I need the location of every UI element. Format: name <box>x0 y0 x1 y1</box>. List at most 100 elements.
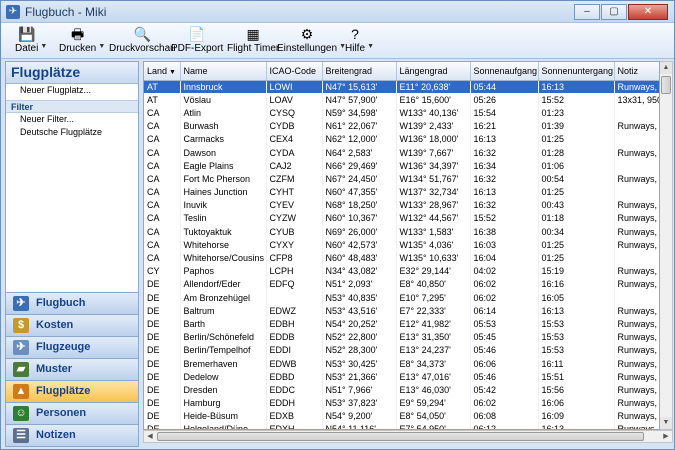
table-row[interactable]: CA Whitehorse CYXY N60° 42,573' W135° 4,036'… <box>144 238 659 252</box>
maximize-button[interactable]: ▢ <box>601 4 627 20</box>
toolbar-button-4[interactable]: ▦ Flight Timer <box>227 25 279 57</box>
dropdown-arrow-icon[interactable]: ▼ <box>98 43 105 50</box>
column-header[interactable]: Sonnenaufgang <box>470 62 539 81</box>
table-cell: 00:43 <box>538 198 615 212</box>
table-row[interactable]: DE Allendorf/Eder EDFQ N51° 2,093' E8° 40,85… <box>144 277 659 291</box>
new-airfield-link[interactable]: Neuer Flugplatz... <box>6 84 138 97</box>
dropdown-arrow-icon[interactable]: ▼ <box>367 43 374 50</box>
table-row[interactable]: AT Vöslau LOAV N47° 57,900' E16° 15,600' 05:2… <box>144 93 659 107</box>
filter-item[interactable]: Neuer Filter... <box>6 113 138 126</box>
table-cell: N53° 37,823' <box>322 396 397 410</box>
table-cell: N52° 28,300' <box>322 343 397 357</box>
table-cell: N34° 43,082' <box>322 264 397 278</box>
minimize-button[interactable]: – <box>574 4 600 20</box>
table-row[interactable]: CA Burwash CYDB N61° 22,067' W139° 2,433' 16:… <box>144 119 659 133</box>
nav-button-5[interactable]: ☺ Personen <box>6 402 138 424</box>
column-header[interactable]: Längengrad <box>396 62 471 81</box>
column-header[interactable]: Notiz <box>614 62 659 81</box>
table-row[interactable]: CA Haines Junction CYHT N60° 47,355' W137° 3… <box>144 185 659 199</box>
table-row[interactable]: DE Baltrum EDWZ N53° 43,516' E7° 22,333' 06:1… <box>144 304 659 318</box>
close-button[interactable]: ✕ <box>628 4 668 20</box>
table-cell: 06:02 <box>470 291 539 305</box>
table-row[interactable]: CA Inuvik CYEV N68° 18,250' W133° 28,967' 16:… <box>144 198 659 212</box>
table-cell: EDWZ <box>266 304 323 318</box>
table-row[interactable]: DE Barth EDBH N54° 20,252' E12° 41,982' 05:53… <box>144 317 659 331</box>
table-cell: N60° 10,367' <box>322 211 397 226</box>
column-header[interactable]: Breitengrad <box>322 62 397 81</box>
table-cell: Bremerhaven <box>180 356 267 371</box>
column-header[interactable]: ICAO-Code <box>266 62 323 81</box>
table-row[interactable]: DE Heide-Büsum EDXB N54° 9,200' E8° 54,050' 0… <box>144 409 659 423</box>
table-cell: Runways, 06 <box>614 422 659 429</box>
print-preview-icon: 🔍 <box>133 26 152 42</box>
filter-item[interactable]: Deutsche Flugplätze <box>6 126 138 139</box>
toolbar-button-3[interactable]: 📄 PDF-Export <box>171 25 223 57</box>
toolbar-button-2[interactable]: 🔍 Druckvorschau <box>109 25 176 57</box>
table-cell <box>614 185 659 199</box>
table-row[interactable]: DE Am Bronzehügel N53° 40,835' E10° 7,295' 0… <box>144 291 659 305</box>
table-cell: 01:39 <box>538 119 615 133</box>
table-cell <box>614 106 659 120</box>
toolbar-button-0[interactable]: 💾 Datei ▼ <box>15 25 47 57</box>
toolbar-button-1[interactable]: 🖶 Drucken ▼ <box>59 25 105 57</box>
scroll-right-icon[interactable]: ▶ <box>660 431 672 442</box>
table-row[interactable]: DE Berlin/Tempelhof EDDI N52° 28,300' E13° 2… <box>144 343 659 357</box>
table-row[interactable]: CA Carmacks CEX4 N62° 12,000' W136° 18,000' 1… <box>144 132 659 146</box>
table-cell: DE <box>144 409 181 423</box>
table-row[interactable]: CA Tuktoyaktuk CYUB N69° 26,000' W133° 1,583… <box>144 225 659 239</box>
table-row[interactable]: CA Eagle Plains CAJ2 N66° 29,469' W136° 34,3… <box>144 159 659 173</box>
table-cell: CA <box>144 145 181 160</box>
table-cell: E8° 54,050' <box>396 409 471 423</box>
table-row[interactable]: CA Teslin CYZW N60° 10,367' W132° 44,567' 15:… <box>144 211 659 226</box>
save-disk-icon: 💾 <box>17 26 36 42</box>
table-row[interactable]: DE Helgoland/Düne EDXH N54° 11,116' E7° 54,9… <box>144 422 659 429</box>
table-row[interactable]: DE Bremerhaven EDWB N53° 30,425' E8° 34,373'… <box>144 356 659 371</box>
column-header[interactable]: Sonnenuntergang <box>538 62 615 81</box>
table-row[interactable]: CA Atlin CYSQ N59° 34,598' W133° 40,136' 15:5… <box>144 106 659 120</box>
nav-button-2[interactable]: ✈ Flugzeuge <box>6 336 138 358</box>
table-cell: 16:13 <box>470 185 539 199</box>
scroll-left-icon[interactable]: ◀ <box>144 431 156 442</box>
table-cell: DE <box>144 291 181 305</box>
table-row[interactable]: CY Paphos LCPH N34° 43,082' E32° 29,144' 04:0… <box>144 264 659 278</box>
toolbar-button-5[interactable]: ⚙ Einstellungen ▼ <box>277 25 346 57</box>
horizontal-scrollbar[interactable]: ◀ ▶ <box>143 430 673 443</box>
nav-button-label: Notizen <box>36 429 76 441</box>
table-row[interactable]: CA Fort Mc Pherson CZFM N67° 24,450' W134° 5… <box>144 172 659 186</box>
nav-button-4[interactable]: ▲ Flugplätze <box>6 380 138 402</box>
table-cell: CAJ2 <box>266 159 323 173</box>
table-row[interactable]: DE Berlin/Schönefeld EDDB N52° 22,800' E13° … <box>144 330 659 344</box>
table-row[interactable]: AT Innsbruck LOWI N47° 15,613' E11° 20,638' 0… <box>144 80 659 94</box>
table-cell: N53° 21,366' <box>322 370 397 384</box>
dropdown-arrow-icon[interactable]: ▼ <box>40 43 47 50</box>
column-header[interactable]: Name <box>180 62 267 81</box>
scroll-down-icon[interactable]: ▼ <box>660 417 672 429</box>
nav-button-3[interactable]: ▰ Muster <box>6 358 138 380</box>
table-cell: 15:53 <box>538 343 615 357</box>
table-cell: CYSQ <box>266 106 323 120</box>
table-row[interactable]: CA Whitehorse/Cousins CFP8 N60° 48,483' W135… <box>144 251 659 265</box>
table-row[interactable]: DE Dresden EDDC N51° 7,966' E13° 46,030' 05:4… <box>144 383 659 397</box>
scroll-up-icon[interactable]: ▲ <box>660 62 672 74</box>
table-cell: Barth <box>180 317 267 331</box>
nav-button-label: Muster <box>36 363 73 375</box>
nav-button-1[interactable]: $ Kosten <box>6 314 138 336</box>
table-row[interactable]: DE Dedelow EDBD N53° 21,366' E13° 47,016' 05:… <box>144 370 659 384</box>
table-cell: 01:25 <box>538 251 615 265</box>
table-row[interactable]: DE Hamburg EDDH N53° 37,823' E9° 59,294' 06:0… <box>144 396 659 410</box>
vertical-scroll-thumb[interactable] <box>661 76 671 94</box>
column-header[interactable]: Land ▼ <box>144 62 181 81</box>
table-cell <box>614 132 659 146</box>
nav-button-6[interactable]: ☰ Notizen <box>6 424 138 446</box>
horizontal-scroll-thumb[interactable] <box>157 432 644 441</box>
table-cell: Hamburg <box>180 396 267 410</box>
vertical-scrollbar[interactable]: ▲ ▼ <box>660 61 673 430</box>
settings-gear-icon: ⚙ <box>300 26 314 42</box>
toolbar-button-6[interactable]: ? Hilfe ▼ <box>345 25 374 57</box>
table-cell: 06:08 <box>470 409 539 423</box>
table-cell: CYHT <box>266 185 323 199</box>
table-row[interactable]: CA Dawson CYDA N64° 2,583' W139° 7,667' 16:32… <box>144 145 659 160</box>
nav-button-0[interactable]: ✈ Flugbuch <box>6 292 138 314</box>
table-cell: 15:52 <box>470 211 539 226</box>
nav-button-label: Flugbuch <box>36 297 86 309</box>
